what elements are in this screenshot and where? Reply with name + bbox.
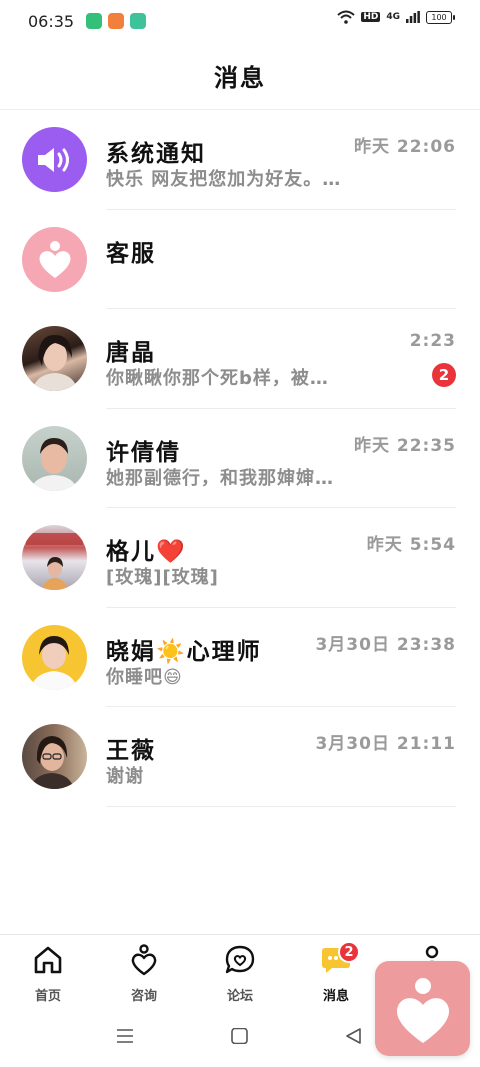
tab-label: 消息 bbox=[322, 989, 349, 1004]
conversation-preview: [玫瑰][玫瑰] bbox=[106, 567, 219, 588]
conversation-name: 客服 bbox=[106, 240, 156, 267]
avatar bbox=[22, 425, 87, 491]
conversation-item-xiaojuan[interactable]: 晓娟☀️心理师 3月30日 23:38 你睡吧😄 bbox=[0, 608, 480, 707]
user-photo bbox=[32, 334, 78, 391]
conversation-preview: 谢谢 bbox=[106, 766, 144, 787]
home-square-icon[interactable] bbox=[231, 1028, 249, 1044]
conversation-preview: 快乐 网友把您加为好友。… bbox=[106, 169, 342, 190]
avatar bbox=[22, 624, 87, 690]
status-time: 06:35 bbox=[28, 11, 75, 31]
tab-label: 咨询 bbox=[130, 989, 157, 1004]
user-photo bbox=[26, 533, 83, 590]
tab-home[interactable]: 首页 bbox=[0, 935, 96, 1010]
signal-icon bbox=[406, 11, 420, 23]
app-notification-icon bbox=[108, 13, 125, 29]
menu-icon[interactable] bbox=[116, 1028, 134, 1044]
conversation-time: 昨天 5:54 bbox=[366, 535, 456, 555]
avatar bbox=[22, 326, 87, 391]
tab-forum[interactable]: 论坛 bbox=[192, 935, 288, 1010]
conversation-name: 王薇 bbox=[106, 738, 156, 764]
user-photo bbox=[30, 736, 74, 789]
heart-person-icon bbox=[131, 944, 157, 976]
wifi-icon bbox=[337, 10, 355, 24]
conversation-name: 格儿❤️ bbox=[106, 539, 187, 565]
heart-person-icon bbox=[39, 241, 70, 278]
avatar bbox=[22, 226, 87, 292]
status-app-icons bbox=[86, 13, 147, 29]
conversation-item-customer-service[interactable]: 客服 bbox=[0, 210, 480, 309]
app-notification-icon bbox=[86, 13, 103, 29]
conversation-list: 系统通知 昨天 22:06 快乐 网友把您加为好友。… 客服 唐晶 2:23 你… bbox=[0, 110, 480, 807]
tab-label: 首页 bbox=[34, 989, 61, 1004]
avatar bbox=[22, 127, 87, 192]
tab-badge: 2 bbox=[338, 941, 360, 963]
speaker-icon bbox=[37, 147, 69, 172]
chat-heart-icon bbox=[225, 945, 255, 974]
home-icon bbox=[34, 946, 62, 974]
battery-icon: 100 bbox=[426, 10, 455, 24]
status-indicators: HD 4G 100 bbox=[337, 10, 455, 24]
status-bar: 06:35 HD 4G 100 bbox=[0, 0, 480, 42]
page-title: 消息 bbox=[214, 64, 266, 92]
conversation-time: 3月30日 21:11 bbox=[315, 734, 456, 754]
avatar bbox=[22, 724, 87, 789]
conversation-time: 3月30日 23:38 bbox=[315, 634, 456, 655]
conversation-item-wangwei[interactable]: 王薇 3月30日 21:11 谢谢 bbox=[0, 707, 480, 807]
unread-badge: 2 bbox=[432, 363, 456, 387]
conversation-name: 唐晶 bbox=[106, 340, 156, 366]
conversation-item-geer[interactable]: 格儿❤️ 昨天 5:54 [玫瑰][玫瑰] bbox=[0, 508, 480, 608]
conversation-preview: 她那副德行，和我那婶婶… bbox=[106, 467, 334, 489]
avatar bbox=[22, 525, 87, 590]
conversation-name: 系统通知 bbox=[106, 141, 206, 167]
tab-consult[interactable]: 咨询 bbox=[96, 935, 192, 1010]
hd-badge: HD bbox=[361, 12, 381, 22]
page-header: 消息 bbox=[0, 42, 480, 110]
network-type: 4G bbox=[386, 12, 400, 22]
conversation-name: 许倩倩 bbox=[106, 439, 181, 466]
conversation-name: 晓娟☀️心理师 bbox=[106, 638, 262, 665]
conversation-time: 昨天 22:06 bbox=[353, 137, 456, 157]
conversation-item-xuqianqian[interactable]: 许倩倩 昨天 22:35 她那副德行，和我那婶婶… bbox=[0, 409, 480, 508]
conversation-time: 2:23 bbox=[409, 331, 456, 351]
user-photo bbox=[30, 635, 78, 690]
app-notification-icon bbox=[130, 13, 147, 29]
conversation-preview: 你睡吧😄 bbox=[106, 666, 183, 688]
conversation-time: 昨天 22:35 bbox=[353, 435, 456, 456]
back-icon[interactable] bbox=[345, 1028, 363, 1044]
system-nav-bar bbox=[0, 1010, 480, 1067]
divider bbox=[106, 805, 456, 807]
tab-messages[interactable]: 2 消息 bbox=[288, 935, 384, 1010]
user-photo bbox=[30, 437, 78, 491]
conversation-item-tangjing[interactable]: 唐晶 2:23 你瞅瞅你那个死b样，被… 2 bbox=[0, 309, 480, 409]
conversation-item-system[interactable]: 系统通知 昨天 22:06 快乐 网友把您加为好友。… bbox=[0, 110, 480, 210]
conversation-preview: 你瞅瞅你那个死b样，被… bbox=[106, 368, 329, 389]
tab-label: 论坛 bbox=[226, 989, 253, 1004]
